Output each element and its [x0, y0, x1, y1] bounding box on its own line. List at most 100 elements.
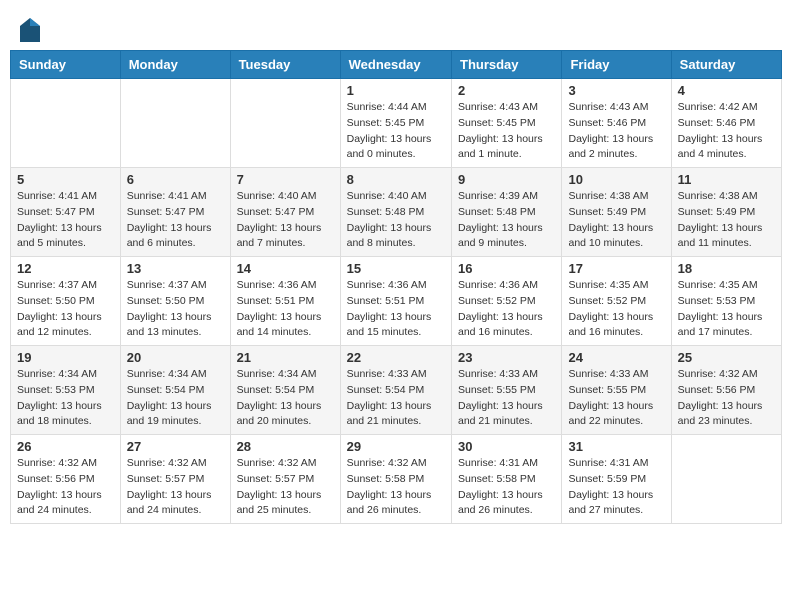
day-number: 26	[17, 439, 114, 454]
day-cell: 1 Sunrise: 4:44 AM Sunset: 5:45 PM Daylig…	[340, 79, 451, 168]
day-cell: 7 Sunrise: 4:40 AM Sunset: 5:47 PM Daylig…	[230, 168, 340, 257]
day-cell: 3Sunrise: 4:43 AM Sunset: 5:46 PM Daylig…	[562, 79, 671, 168]
day-cell: 20 Sunrise: 4:34 AM Sunset: 5:54 PM Dayli…	[120, 346, 230, 435]
day-info: Sunrise: 4:38 AM Sunset: 5:49 PM Dayligh…	[568, 189, 664, 252]
day-cell	[671, 435, 781, 524]
day-number: 19	[17, 350, 114, 365]
day-cell: 16 Sunrise: 4:36 AM Sunset: 5:52 PM Dayli…	[452, 257, 562, 346]
day-cell: 8Sunrise: 4:40 AM Sunset: 5:48 PM Daylig…	[340, 168, 451, 257]
day-cell: 26 Sunrise: 4:32 AM Sunset: 5:56 PM Dayli…	[11, 435, 121, 524]
day-info: Sunrise: 4:32 AM Sunset: 5:56 PM Dayligh…	[678, 367, 775, 430]
day-info: Sunrise: 4:33 AM Sunset: 5:55 PM Dayligh…	[458, 367, 555, 430]
day-cell: 23 Sunrise: 4:33 AM Sunset: 5:55 PM Dayli…	[452, 346, 562, 435]
day-number: 17	[568, 261, 664, 276]
day-number: 20	[127, 350, 224, 365]
day-cell: 4 Sunrise: 4:42 AM Sunset: 5:46 PM Daylig…	[671, 79, 781, 168]
day-cell: 6Sunrise: 4:41 AM Sunset: 5:47 PM Daylig…	[120, 168, 230, 257]
week-row-4: 19 Sunrise: 4:34 AM Sunset: 5:53 PM Dayli…	[11, 346, 782, 435]
day-number: 1	[347, 83, 445, 98]
day-info: Sunrise: 4:35 AM Sunset: 5:53 PM Dayligh…	[678, 278, 775, 341]
col-saturday: Saturday	[671, 51, 781, 79]
day-info: Sunrise: 4:40 AM Sunset: 5:47 PM Dayligh…	[237, 189, 334, 252]
day-number: 30	[458, 439, 555, 454]
day-info: Sunrise: 4:33 AM Sunset: 5:55 PM Dayligh…	[568, 367, 664, 430]
day-cell: 30 Sunrise: 4:31 AM Sunset: 5:58 PM Dayli…	[452, 435, 562, 524]
day-number: 7	[237, 172, 334, 187]
day-info: Sunrise: 4:36 AM Sunset: 5:52 PM Dayligh…	[458, 278, 555, 341]
day-info: Sunrise: 4:34 AM Sunset: 5:54 PM Dayligh…	[237, 367, 334, 430]
day-info: Sunrise: 4:35 AM Sunset: 5:52 PM Dayligh…	[568, 278, 664, 341]
day-info: Sunrise: 4:32 AM Sunset: 5:57 PM Dayligh…	[237, 456, 334, 519]
day-cell: 14 Sunrise: 4:36 AM Sunset: 5:51 PM Dayli…	[230, 257, 340, 346]
day-number: 14	[237, 261, 334, 276]
day-cell: 2Sunrise: 4:43 AM Sunset: 5:45 PM Daylig…	[452, 79, 562, 168]
day-info: Sunrise: 4:31 AM Sunset: 5:59 PM Dayligh…	[568, 456, 664, 519]
day-info: Sunrise: 4:36 AM Sunset: 5:51 PM Dayligh…	[347, 278, 445, 341]
week-row-1: 1 Sunrise: 4:44 AM Sunset: 5:45 PM Daylig…	[11, 79, 782, 168]
col-tuesday: Tuesday	[230, 51, 340, 79]
day-cell: 10 Sunrise: 4:38 AM Sunset: 5:49 PM Dayli…	[562, 168, 671, 257]
day-cell: 13 Sunrise: 4:37 AM Sunset: 5:50 PM Dayli…	[120, 257, 230, 346]
day-info: Sunrise: 4:38 AM Sunset: 5:49 PM Dayligh…	[678, 189, 775, 252]
day-info: Sunrise: 4:33 AM Sunset: 5:54 PM Dayligh…	[347, 367, 445, 430]
day-info: Sunrise: 4:34 AM Sunset: 5:54 PM Dayligh…	[127, 367, 224, 430]
day-number: 4	[678, 83, 775, 98]
day-cell: 24 Sunrise: 4:33 AM Sunset: 5:55 PM Dayli…	[562, 346, 671, 435]
day-number: 16	[458, 261, 555, 276]
day-cell: 28 Sunrise: 4:32 AM Sunset: 5:57 PM Dayli…	[230, 435, 340, 524]
day-info: Sunrise: 4:34 AM Sunset: 5:53 PM Dayligh…	[17, 367, 114, 430]
col-friday: Friday	[562, 51, 671, 79]
logo-icon	[20, 18, 40, 42]
day-cell: 19 Sunrise: 4:34 AM Sunset: 5:53 PM Dayli…	[11, 346, 121, 435]
day-number: 13	[127, 261, 224, 276]
day-info: Sunrise: 4:44 AM Sunset: 5:45 PM Dayligh…	[347, 100, 445, 163]
day-info: Sunrise: 4:41 AM Sunset: 5:47 PM Dayligh…	[17, 189, 114, 252]
day-info: Sunrise: 4:32 AM Sunset: 5:56 PM Dayligh…	[17, 456, 114, 519]
day-cell: 25Sunrise: 4:32 AM Sunset: 5:56 PM Dayli…	[671, 346, 781, 435]
week-row-2: 5 Sunrise: 4:41 AM Sunset: 5:47 PM Daylig…	[11, 168, 782, 257]
col-wednesday: Wednesday	[340, 51, 451, 79]
day-info: Sunrise: 4:36 AM Sunset: 5:51 PM Dayligh…	[237, 278, 334, 341]
day-number: 12	[17, 261, 114, 276]
day-info: Sunrise: 4:32 AM Sunset: 5:57 PM Dayligh…	[127, 456, 224, 519]
day-cell: 9 Sunrise: 4:39 AM Sunset: 5:48 PM Daylig…	[452, 168, 562, 257]
week-row-3: 12 Sunrise: 4:37 AM Sunset: 5:50 PM Dayli…	[11, 257, 782, 346]
day-cell: 27 Sunrise: 4:32 AM Sunset: 5:57 PM Dayli…	[120, 435, 230, 524]
col-monday: Monday	[120, 51, 230, 79]
day-info: Sunrise: 4:41 AM Sunset: 5:47 PM Dayligh…	[127, 189, 224, 252]
day-number: 27	[127, 439, 224, 454]
day-cell: 5 Sunrise: 4:41 AM Sunset: 5:47 PM Daylig…	[11, 168, 121, 257]
day-info: Sunrise: 4:42 AM Sunset: 5:46 PM Dayligh…	[678, 100, 775, 163]
day-number: 24	[568, 350, 664, 365]
day-number: 29	[347, 439, 445, 454]
day-info: Sunrise: 4:32 AM Sunset: 5:58 PM Dayligh…	[347, 456, 445, 519]
day-cell	[11, 79, 121, 168]
day-number: 18	[678, 261, 775, 276]
col-thursday: Thursday	[452, 51, 562, 79]
week-row-5: 26 Sunrise: 4:32 AM Sunset: 5:56 PM Dayli…	[11, 435, 782, 524]
day-cell	[230, 79, 340, 168]
day-number: 2	[458, 83, 555, 98]
day-number: 10	[568, 172, 664, 187]
day-cell: 18 Sunrise: 4:35 AM Sunset: 5:53 PM Dayli…	[671, 257, 781, 346]
logo	[20, 18, 44, 42]
day-cell: 22 Sunrise: 4:33 AM Sunset: 5:54 PM Dayli…	[340, 346, 451, 435]
day-info: Sunrise: 4:37 AM Sunset: 5:50 PM Dayligh…	[127, 278, 224, 341]
day-info: Sunrise: 4:37 AM Sunset: 5:50 PM Dayligh…	[17, 278, 114, 341]
day-info: Sunrise: 4:39 AM Sunset: 5:48 PM Dayligh…	[458, 189, 555, 252]
day-number: 15	[347, 261, 445, 276]
calendar-header: Sunday Monday Tuesday Wednesday Thursday…	[11, 51, 782, 79]
day-cell: 31 Sunrise: 4:31 AM Sunset: 5:59 PM Dayli…	[562, 435, 671, 524]
day-cell: 12 Sunrise: 4:37 AM Sunset: 5:50 PM Dayli…	[11, 257, 121, 346]
day-number: 23	[458, 350, 555, 365]
day-info: Sunrise: 4:43 AM Sunset: 5:46 PM Dayligh…	[568, 100, 664, 163]
day-cell: 21Sunrise: 4:34 AM Sunset: 5:54 PM Dayli…	[230, 346, 340, 435]
day-number: 9	[458, 172, 555, 187]
day-number: 22	[347, 350, 445, 365]
day-number: 31	[568, 439, 664, 454]
day-info: Sunrise: 4:31 AM Sunset: 5:58 PM Dayligh…	[458, 456, 555, 519]
day-number: 28	[237, 439, 334, 454]
header-row: Sunday Monday Tuesday Wednesday Thursday…	[11, 51, 782, 79]
day-number: 5	[17, 172, 114, 187]
col-sunday: Sunday	[11, 51, 121, 79]
